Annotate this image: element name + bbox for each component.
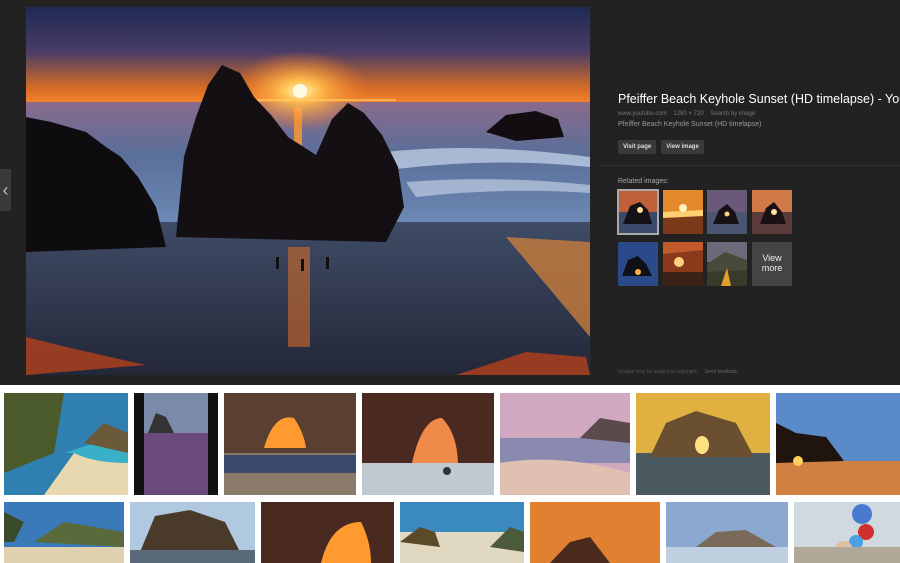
image-description: Pfeiffer Beach Keyhole Sunset (HD timela… [618, 121, 762, 128]
image-result[interactable] [134, 393, 218, 495]
image-result[interactable] [666, 502, 788, 563]
related-images-label: Related images: [618, 178, 669, 185]
image-result[interactable] [362, 393, 494, 495]
previous-image-button[interactable]: ‹ [0, 169, 11, 211]
image-detail-panel: ‹ Pfeiffer Beach Keyhole Sunset (HD time… [0, 0, 900, 385]
main-image[interactable] [26, 7, 590, 375]
source-domain: www.youtube.com [618, 111, 667, 117]
related-image-5[interactable] [618, 242, 658, 286]
chevron-left-icon: ‹ [2, 179, 9, 200]
image-result[interactable] [794, 502, 900, 563]
image-result[interactable] [400, 502, 524, 563]
related-image-3[interactable] [707, 190, 747, 234]
image-result[interactable] [4, 393, 128, 495]
related-image-4[interactable] [752, 190, 792, 234]
image-result[interactable] [4, 502, 124, 563]
divider [600, 165, 900, 166]
send-feedback-link[interactable]: Send feedback [704, 369, 737, 375]
image-title[interactable]: Pfeiffer Beach Keyhole Sunset (HD timela… [618, 92, 900, 106]
image-dimensions: 1280 × 720 [673, 111, 704, 117]
related-image-1[interactable] [617, 189, 659, 235]
visit-page-button[interactable]: Visit page [618, 140, 657, 154]
view-more-button[interactable]: View more [752, 242, 792, 286]
related-image-7[interactable] [707, 242, 747, 286]
image-result[interactable] [530, 502, 660, 563]
image-info: Pfeiffer Beach Keyhole Sunset (HD timela… [618, 92, 900, 154]
copyright-note: Images may be subject to copyright. Send… [618, 369, 738, 375]
image-result[interactable] [776, 393, 900, 495]
related-image-2[interactable] [663, 190, 703, 234]
image-result[interactable] [636, 393, 770, 495]
copyright-text: Images may be subject to copyright. [618, 369, 699, 375]
view-image-button[interactable]: View image [661, 140, 704, 154]
related-image-6[interactable] [663, 242, 703, 286]
image-result[interactable] [500, 393, 630, 495]
image-meta: www.youtube.com 1280 × 720 Search by ima… [618, 111, 898, 117]
search-by-image-link[interactable]: Search by image [710, 111, 755, 117]
image-result[interactable] [261, 502, 394, 563]
image-result[interactable] [130, 502, 255, 563]
image-result[interactable] [224, 393, 356, 495]
